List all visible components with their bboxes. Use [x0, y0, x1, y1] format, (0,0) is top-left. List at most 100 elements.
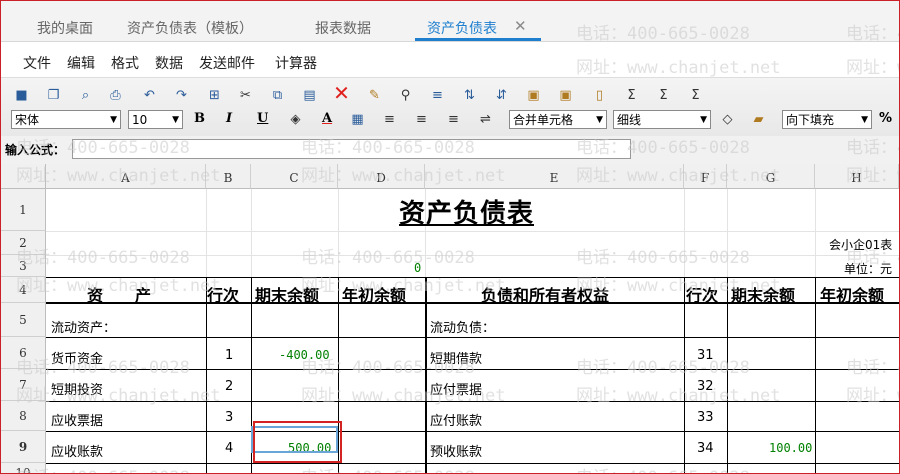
column-header-f[interactable]: F	[684, 164, 727, 189]
column-header-a[interactable]: A	[46, 164, 206, 189]
border-style-icon[interactable]: ▦	[349, 111, 366, 128]
form-code: 会小企01表	[829, 238, 893, 252]
font-color-button[interactable]: A	[322, 111, 332, 126]
tab-bar: 我的桌面 资产负债表（模板） 报表数据 资产负债表 ✕	[1, 1, 899, 42]
column-header-h[interactable]: H	[815, 164, 899, 189]
brush-icon[interactable]: ▰	[750, 111, 767, 128]
column-header-e[interactable]: E	[425, 164, 684, 189]
select-all-corner[interactable]	[1, 164, 46, 189]
menu-send-email[interactable]: 发送邮件	[199, 53, 255, 73]
paste-special-icon[interactable]: ▣	[525, 87, 542, 104]
row-header-9[interactable]: 9	[1, 431, 46, 463]
cut-icon[interactable]: ✂	[237, 87, 254, 104]
replace-icon[interactable]: ≡	[429, 87, 446, 104]
menu-calculator[interactable]: 计算器	[275, 53, 317, 73]
column-header-b[interactable]: B	[206, 164, 251, 189]
cell-b8[interactable]: 3	[225, 410, 233, 425]
print-icon[interactable]: ⎙	[107, 87, 124, 104]
save-icon[interactable]: ■	[13, 87, 30, 104]
row-header-7[interactable]: 7	[1, 369, 46, 401]
wrap-icon[interactable]: ⇌	[477, 111, 494, 128]
page-icon[interactable]: ▯	[591, 87, 608, 104]
cell-e8[interactable]: 应付账款	[430, 410, 482, 429]
cell-b7[interactable]: 2	[225, 379, 233, 394]
cell-c6[interactable]: -400.00	[279, 348, 330, 362]
tab-my-desktop[interactable]: 我的桌面	[37, 18, 93, 38]
row-header-6[interactable]: 6	[1, 337, 46, 369]
cell-e9[interactable]: 预收账款	[430, 441, 482, 460]
cell-a6[interactable]: 货币资金	[51, 348, 103, 367]
tab-report-data[interactable]: 报表数据	[315, 18, 371, 38]
cell-a9[interactable]: 应收账款	[51, 441, 103, 460]
cell-f8[interactable]: 33	[697, 410, 714, 425]
copy-icon[interactable]: ⧉	[269, 87, 286, 104]
menu-data[interactable]: 数据	[155, 53, 183, 73]
copy-doc-icon[interactable]: ❐	[45, 87, 62, 104]
cell-f7[interactable]: 32	[697, 379, 714, 394]
chevron-down-icon: ▼	[172, 115, 179, 125]
delete-icon[interactable]: ✕	[333, 83, 350, 103]
tab-balance-sheet[interactable]: 资产负债表	[427, 18, 497, 38]
row-header-5[interactable]: 5	[1, 303, 46, 337]
undo-icon[interactable]: ↶	[141, 87, 158, 104]
cell-d3[interactable]: 0	[414, 261, 421, 275]
close-icon[interactable]: ✕	[514, 17, 527, 35]
grid-icon[interactable]: ⊞	[206, 87, 223, 104]
cell-g9[interactable]: 100.00	[769, 441, 812, 455]
row-header-3[interactable]: 3	[1, 255, 46, 277]
row-header-10[interactable]: 10	[1, 463, 46, 473]
tab-balance-sheet-template[interactable]: 资产负债表（模板）	[127, 18, 253, 38]
chevron-down-icon: ▼	[861, 115, 868, 125]
sum-col-icon[interactable]: Σ	[687, 87, 704, 104]
sort-asc-icon[interactable]: ⇅	[461, 87, 478, 104]
underline-button[interactable]: U	[257, 111, 268, 126]
font-size-select[interactable]: 10 ▼	[128, 110, 183, 129]
percent-button[interactable]: %	[879, 111, 892, 126]
cell-b9[interactable]: 4	[225, 441, 233, 456]
menu-file[interactable]: 文件	[23, 53, 51, 73]
row-header-2[interactable]: 2	[1, 231, 46, 255]
format-painter-icon[interactable]: ✎	[366, 87, 383, 104]
redo-icon[interactable]: ↷	[173, 87, 190, 104]
find-icon[interactable]: ⚲	[397, 87, 414, 104]
column-header-c[interactable]: C	[251, 164, 338, 189]
cell-e5[interactable]: 流动负债：	[430, 317, 495, 336]
fill-down-select[interactable]: 向下填充 ▼	[782, 110, 872, 129]
grid-line	[684, 189, 685, 277]
eraser-icon[interactable]: ◇	[719, 111, 736, 128]
italic-button[interactable]: I	[226, 111, 232, 126]
align-left-icon[interactable]: ≡	[381, 111, 398, 128]
row-header-1[interactable]: 1	[1, 189, 46, 231]
cell-e6[interactable]: 短期借款	[430, 348, 482, 367]
formula-input[interactable]	[72, 139, 631, 159]
cell-a5[interactable]: 流动资产：	[51, 317, 116, 336]
align-right-icon[interactable]: ≡	[445, 111, 462, 128]
cell-a8[interactable]: 应收票据	[51, 410, 103, 429]
bold-button[interactable]: B	[194, 111, 205, 126]
app-window: 我的桌面 资产负债表（模板） 报表数据 资产负债表 ✕ 文件 编辑 格式 数据 …	[0, 0, 900, 474]
font-family-select[interactable]: 宋体 ▼	[11, 110, 121, 129]
cell-f9[interactable]: 34	[697, 441, 714, 456]
align-center-icon[interactable]: ≡	[413, 111, 430, 128]
merge-cells-select[interactable]: 合并单元格 ▼	[509, 110, 607, 129]
cell-a7[interactable]: 短期投资	[51, 379, 103, 398]
menu-format[interactable]: 格式	[111, 53, 139, 73]
sum-row-icon[interactable]: Σ	[655, 87, 672, 104]
menu-edit[interactable]: 编辑	[67, 53, 95, 73]
border-line-select[interactable]: 细线 ▼	[613, 110, 711, 129]
column-header-d[interactable]: D	[338, 164, 425, 189]
sum-icon[interactable]: Σ	[623, 87, 640, 104]
cell-e7[interactable]: 应付票据	[430, 379, 482, 398]
row-header-8[interactable]: 8	[1, 401, 46, 431]
paste-icon[interactable]: ▤	[301, 87, 318, 104]
sort-desc-icon[interactable]: ⇵	[493, 87, 510, 104]
print-preview-icon[interactable]: ⌕	[77, 87, 94, 104]
table-border	[684, 277, 685, 473]
row-header-4[interactable]: 4	[1, 277, 46, 303]
paste-values-icon[interactable]: ▣	[557, 87, 574, 104]
fill-color-icon[interactable]: ◈	[287, 111, 304, 128]
cell-f6[interactable]: 31	[697, 348, 714, 363]
cell-b6[interactable]: 1	[225, 348, 233, 363]
unit-label: 单位：元	[844, 262, 893, 276]
column-header-g[interactable]: G	[727, 164, 815, 189]
